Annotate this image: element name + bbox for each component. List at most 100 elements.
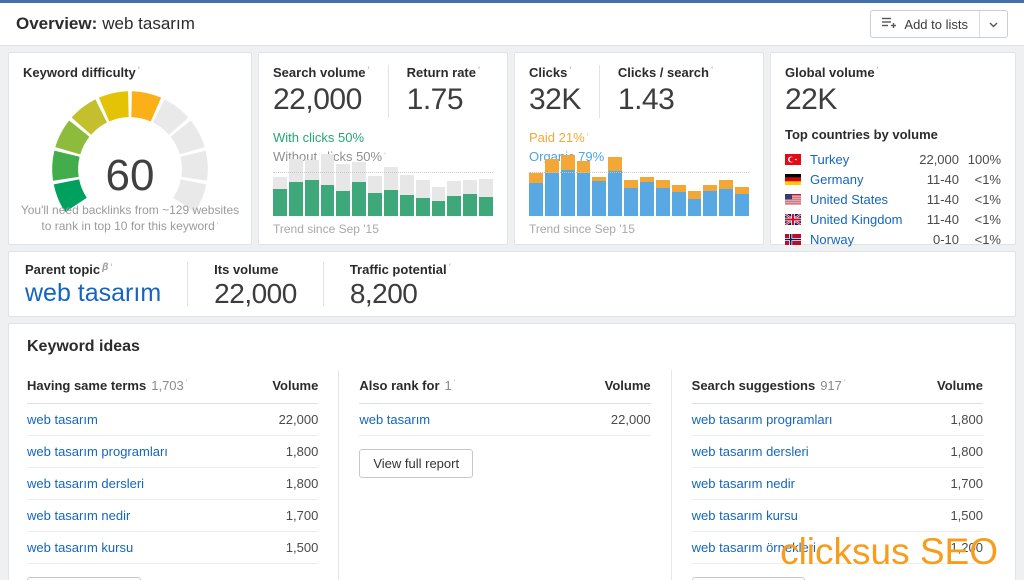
info-icon: ' [454, 378, 456, 388]
country-row: Turkey 22,000 100% [785, 149, 1001, 169]
clicks-stats: Clicks' 32K Clicks / search' 1.43 [529, 65, 749, 118]
keyword-difficulty-card: Keyword difficulty' 60 You'll need backl… [8, 52, 252, 245]
trend-bar [608, 154, 622, 216]
country-link[interactable]: Turkey [810, 152, 903, 167]
traffic-potential-value: 8,200 [350, 278, 451, 310]
flag-norway-icon [785, 234, 801, 245]
country-link[interactable]: United States [810, 192, 903, 207]
parent-topic-stat: Parent topicβ' web tasarım [25, 262, 187, 306]
flag-united-states-icon [785, 194, 801, 205]
country-row: United States 11-40 <1% [785, 189, 1001, 209]
beta-badge: β [102, 262, 108, 273]
country-volume: 22,000 [903, 152, 959, 167]
info-icon: ' [587, 132, 589, 142]
trend-bar [463, 154, 477, 216]
search-volume-stats: Search volume' 22,000 Return rate' 1.75 [273, 65, 493, 118]
result-count: 1 [445, 378, 452, 393]
view-full-report-button[interactable]: View full report [359, 449, 473, 478]
search-volume-bars [273, 154, 493, 216]
clicks-trend-chart [529, 154, 749, 216]
country-row: Germany 11-40 <1% [785, 169, 1001, 189]
flag-turkey-icon [785, 154, 801, 165]
country-volume: 11-40 [903, 172, 959, 187]
with-clicks-label: With clicks 50% [273, 128, 493, 147]
return-rate-stat: Return rate' 1.75 [388, 65, 481, 118]
keyword-difficulty-label: Keyword difficulty' [23, 65, 237, 80]
keyword-link[interactable]: web tasarım kursu [27, 540, 133, 555]
country-link[interactable]: Norway [810, 232, 903, 247]
trend-bar [305, 154, 319, 216]
global-volume-value: 22K [785, 82, 1001, 118]
its-volume-stat: Its volume 22,000 [187, 262, 323, 306]
volume-header: Volume [605, 378, 651, 393]
keyword-link[interactable]: web tasarım nedir [27, 508, 130, 523]
add-to-lists-label: Add to lists [904, 17, 968, 32]
country-percent: <1% [959, 172, 1001, 187]
global-volume-card: Global volume' 22K Top countries by volu… [770, 52, 1016, 245]
keyword-row: web tasarım22,000 [359, 404, 650, 436]
clicks-per-search-value: 1.43 [618, 82, 713, 118]
trend-bar [640, 154, 654, 216]
search-volume-card: Search volume' 22,000 Return rate' 1.75 … [258, 52, 508, 245]
country-volume: 11-40 [903, 212, 959, 227]
having-same-terms-column: Having same terms1,703' Volume web tasar… [21, 370, 339, 580]
keyword-ideas-title: Keyword ideas [27, 338, 1003, 356]
keyword-link[interactable]: web tasarım dersleri [692, 444, 809, 459]
keyword-link[interactable]: web tasarım dersleri [27, 476, 144, 491]
keyword-link[interactable]: web tasarım nedir [692, 476, 795, 491]
country-row: Norway 0-10 <1% [785, 229, 1001, 249]
trend-bar [592, 154, 606, 216]
info-icon: ' [138, 65, 140, 75]
country-link[interactable]: United Kingdom [810, 212, 903, 227]
info-icon: ' [711, 65, 713, 75]
volume-header: Volume [937, 378, 983, 393]
keyword-row: web tasarım kursu1,500 [27, 532, 318, 564]
paid-label: Paid 21%' [529, 128, 749, 147]
trend-bar [368, 154, 382, 216]
trend-caption: Trend since Sep '15 [273, 222, 379, 236]
info-icon: ' [449, 262, 451, 272]
top-countries-subtitle: Top countries by volume [785, 127, 1001, 142]
add-to-lists-dropdown-button[interactable] [980, 11, 1007, 37]
average-reference-line [273, 172, 493, 173]
info-icon: ' [478, 65, 480, 75]
page-title: Overview:web tasarım [16, 14, 195, 34]
clicks-stat: Clicks' 32K [529, 65, 581, 118]
info-icon: ' [110, 262, 112, 272]
keyword-link[interactable]: web tasarım programları [692, 412, 833, 427]
page-title-prefix: Overview: [16, 14, 97, 33]
keyword-link[interactable]: web tasarım [359, 412, 430, 427]
keyword-volume: 1,500 [950, 508, 983, 523]
keyword-link[interactable]: web tasarım programları [27, 444, 168, 459]
keyword-link[interactable]: web tasarım kursu [692, 508, 798, 523]
watermark: clicksus SEO [780, 531, 998, 573]
flag-united-kingdom-icon [785, 214, 801, 225]
trend-bar [577, 154, 591, 216]
add-to-lists-button[interactable]: Add to lists [871, 11, 980, 37]
parent-topic-link[interactable]: web tasarım [25, 279, 161, 308]
trend-bar [545, 154, 559, 216]
trend-bar [289, 154, 303, 216]
country-link[interactable]: Germany [810, 172, 903, 187]
keyword-row: web tasarım22,000 [27, 404, 318, 436]
trend-bar [416, 154, 430, 216]
country-percent: 100% [959, 152, 1001, 167]
trend-bar [384, 154, 398, 216]
trend-caption: Trend since Sep '15 [529, 222, 635, 236]
trend-bar [321, 154, 335, 216]
keyword-link[interactable]: web tasarım [27, 412, 98, 427]
trend-bar [624, 154, 638, 216]
info-icon: ' [217, 221, 219, 231]
add-to-lists-button-group: Add to lists [870, 10, 1008, 38]
difficulty-caption: You'll need backlinks from ~129 websites… [17, 202, 243, 234]
trend-bar [447, 154, 461, 216]
top-countries-table: Turkey 22,000 100% Germany 11-40 <1% Uni… [785, 149, 1001, 249]
its-volume-value: 22,000 [214, 278, 297, 310]
clicks-bars [529, 154, 749, 216]
trend-bar [703, 154, 717, 216]
search-volume-trend-chart [273, 154, 493, 216]
country-percent: <1% [959, 192, 1001, 207]
keyword-row: web tasarım dersleri1,800 [692, 436, 983, 468]
flag-germany-icon [785, 174, 801, 185]
keyword-volume: 1,800 [286, 444, 319, 459]
